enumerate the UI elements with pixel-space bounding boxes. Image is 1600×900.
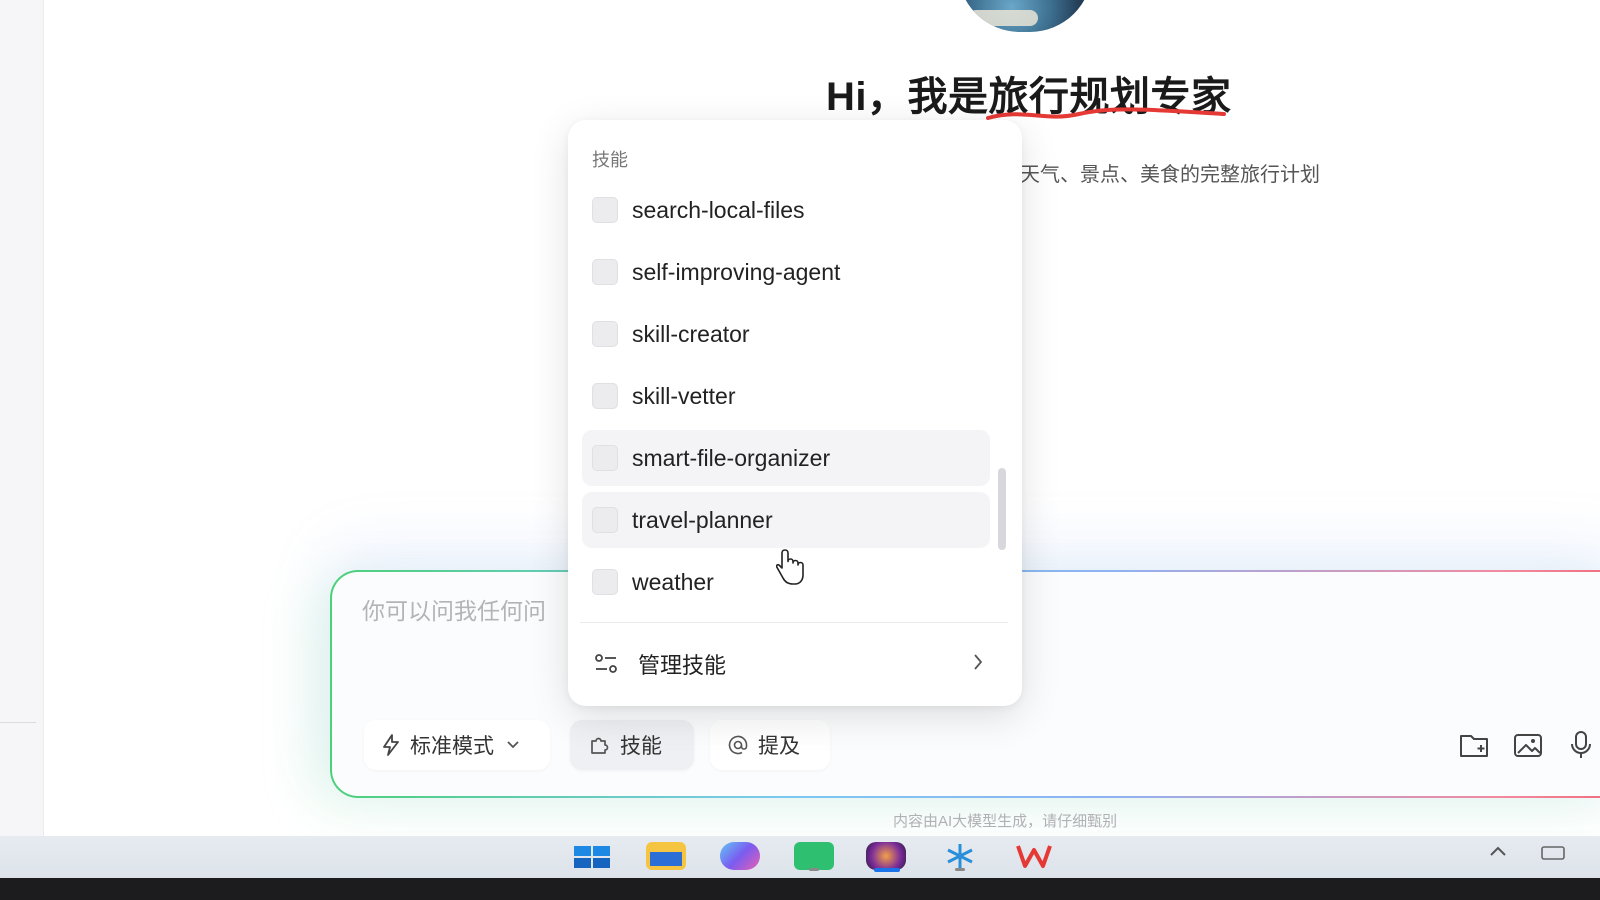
app-running-indicator [809, 868, 819, 871]
manage-skills-button[interactable]: 管理技能 [582, 632, 992, 696]
hand-pointer-cursor [776, 549, 804, 585]
image-upload-icon [1514, 734, 1542, 757]
skill-item-smart-file-organizer[interactable]: smart-file-organizer [582, 430, 990, 486]
skill-label: skill-vetter [632, 382, 736, 409]
assistant-avatar [958, 0, 1092, 32]
app-running-indicator [955, 868, 965, 871]
skill-item-search-local-files[interactable]: search-local-files [582, 182, 990, 238]
ai-disclaimer: 内容由AI大模型生成，请仔细甄别 [893, 813, 1118, 830]
windows-start-button[interactable] [572, 844, 612, 870]
os-taskbar [0, 836, 1600, 878]
skill-label: smart-file-organizer [632, 444, 831, 471]
dropdown-scrollbar[interactable] [998, 468, 1006, 550]
pinned-app[interactable] [940, 842, 980, 870]
left-sidebar [0, 0, 44, 836]
skill-icon [592, 321, 618, 347]
skill-item-skill-vetter[interactable]: skill-vetter [582, 368, 990, 424]
skill-label: travel-planner [632, 506, 773, 533]
chevron-right-icon [974, 654, 983, 670]
skill-label: weather [632, 568, 714, 595]
dropdown-header: 技能 [592, 150, 628, 170]
settings-sliders-icon [595, 654, 617, 673]
skill-label: self-improving-agent [632, 258, 841, 285]
title-underline-decoration [986, 107, 1226, 120]
lightning-icon [383, 734, 399, 756]
file-explorer-app[interactable] [646, 842, 686, 870]
manage-skills-label: 管理技能 [638, 653, 727, 678]
chevron-up-icon[interactable] [1488, 844, 1508, 858]
upload-folder-button[interactable] [1458, 728, 1492, 762]
sidebar-divider [0, 722, 36, 723]
mention-button[interactable]: 提及 [710, 720, 830, 770]
screen-bottom-bezel [0, 878, 1600, 900]
skill-label: skill-creator [632, 320, 750, 347]
microphone-icon [1571, 731, 1591, 758]
puzzle-icon [591, 737, 609, 754]
folder-icon [650, 852, 682, 866]
skill-icon [592, 507, 618, 533]
office-app[interactable] [1014, 842, 1054, 870]
active-app-indicator [874, 868, 900, 872]
folder-upload-icon [1460, 735, 1488, 757]
skill-icon [592, 383, 618, 409]
active-app[interactable] [866, 842, 906, 870]
system-tray-icon[interactable] [1540, 844, 1566, 862]
skill-item-travel-planner[interactable]: travel-planner [582, 492, 990, 548]
messaging-app[interactable] [794, 842, 834, 870]
skill-icon [592, 197, 618, 223]
skill-item-self-improving-agent[interactable]: self-improving-agent [582, 244, 990, 300]
hero-subtitle: 天气、景点、美食的完整旅行计划 [1020, 164, 1320, 186]
dropdown-divider [580, 622, 1008, 623]
at-sign-icon [728, 735, 748, 755]
skill-item-skill-creator[interactable]: skill-creator [582, 306, 990, 362]
skill-label: search-local-files [632, 196, 805, 223]
chevron-down-icon [507, 741, 519, 749]
upload-image-button[interactable] [1512, 728, 1546, 762]
mode-label: 标准模式 [410, 735, 494, 758]
mode-selector[interactable]: 标准模式 [364, 720, 550, 770]
skill-icon [592, 445, 618, 471]
skills-label: 技能 [620, 735, 662, 758]
ai-assistant-app[interactable] [720, 842, 760, 870]
skill-icon [592, 569, 618, 595]
network-app-icon [947, 844, 973, 868]
voice-input-button[interactable] [1564, 728, 1598, 762]
mention-label: 提及 [758, 735, 800, 758]
wps-logo-icon [1016, 845, 1052, 868]
windows-logo-icon [574, 846, 610, 868]
skills-button[interactable]: 技能 [570, 720, 694, 770]
skill-icon [592, 259, 618, 285]
skills-dropdown: 技能 search-local-files self-improving-age… [568, 120, 1022, 706]
